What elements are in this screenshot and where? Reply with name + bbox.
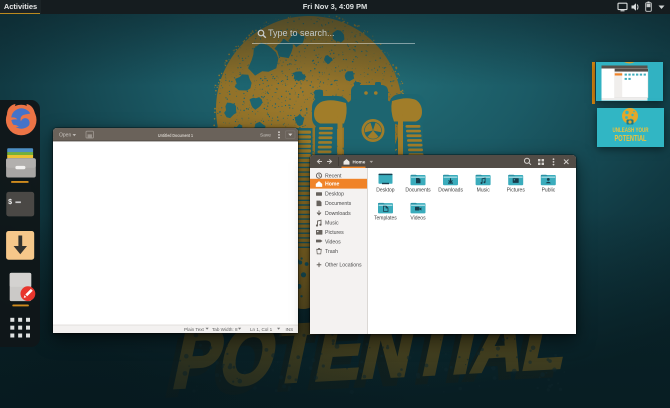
svg-text:Save: Save: [260, 133, 271, 139]
svg-text:INS: INS: [286, 327, 294, 332]
svg-text:Documents: Documents: [325, 201, 352, 207]
svg-text:Ln 1, Col 1: Ln 1, Col 1: [250, 327, 273, 332]
svg-text:Desktop: Desktop: [376, 187, 395, 193]
svg-text:Tab Width: 8: Tab Width: 8: [212, 327, 238, 332]
svg-text:Documents: Documents: [405, 187, 431, 193]
svg-text:Downloads: Downloads: [325, 211, 351, 217]
svg-text:Templates: Templates: [374, 215, 397, 221]
svg-text:Videos: Videos: [325, 240, 341, 246]
svg-text:Pictures: Pictures: [507, 187, 526, 193]
svg-text:Desktop: Desktop: [325, 192, 344, 198]
svg-text:Home: Home: [353, 160, 366, 165]
svg-text:Music: Music: [325, 221, 339, 227]
svg-text:Music: Music: [477, 187, 491, 193]
svg-text:Trash: Trash: [325, 249, 338, 255]
svg-text:$: $: [8, 199, 12, 207]
svg-text:Home: Home: [325, 182, 340, 188]
svg-text:Untitled Document 1: Untitled Document 1: [158, 133, 193, 139]
svg-text:Videos: Videos: [410, 215, 426, 221]
svg-text:Public: Public: [542, 187, 556, 193]
svg-text:Pictures: Pictures: [325, 230, 344, 236]
svg-text:Other Locations: Other Locations: [325, 263, 362, 269]
svg-text:Downloads: Downloads: [438, 187, 463, 193]
svg-text:POTENTIAL: POTENTIAL: [615, 133, 647, 143]
svg-text:Plain Text: Plain Text: [184, 327, 205, 332]
svg-text:Open: Open: [59, 133, 71, 139]
svg-text:Recent: Recent: [325, 173, 342, 179]
